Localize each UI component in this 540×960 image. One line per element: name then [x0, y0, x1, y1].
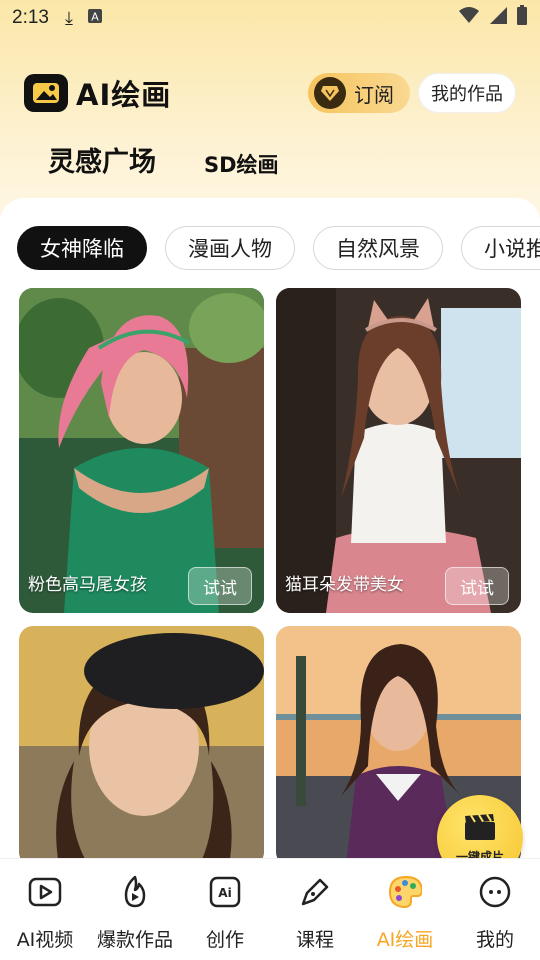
nav-label: 我的 — [475, 929, 514, 951]
palette-icon — [388, 875, 422, 909]
try-button[interactable]: 试试 — [188, 567, 252, 605]
app-logo-icon — [24, 74, 68, 112]
gallery-card[interactable] — [19, 626, 264, 858]
tab-sd-drawing[interactable]: SD绘画 — [204, 149, 279, 179]
play-icon — [28, 875, 62, 909]
status-time: 2:13 — [12, 7, 49, 28]
gallery-card[interactable]: 粉色高马尾女孩 试试 — [19, 288, 264, 613]
clapperboard-icon — [463, 812, 497, 846]
svg-text:Ai: Ai — [218, 886, 231, 900]
wifi-icon — [458, 5, 480, 31]
ai-icon: Ai — [208, 875, 242, 909]
nav-label: AI绘画 — [376, 929, 434, 951]
try-button[interactable]: 试试 — [445, 567, 509, 605]
nav-mine[interactable]: 我的 — [450, 859, 540, 960]
card-title: 粉色高马尾女孩 — [28, 575, 147, 595]
nav-label: 课程 — [295, 929, 334, 951]
gallery-card[interactable]: 猫耳朵发带美女 试试 — [276, 288, 521, 613]
svg-text:A: A — [91, 10, 99, 23]
nav-create[interactable]: Ai 创作 — [180, 859, 270, 960]
tab-inspiration-label: 灵感广场 — [48, 147, 156, 178]
nav-hot-works[interactable]: 爆款作品 — [90, 859, 180, 960]
fire-play-icon — [118, 875, 152, 909]
diamond-icon — [314, 77, 346, 109]
pen-icon — [298, 875, 332, 909]
notification-a-icon: A — [87, 8, 103, 29]
content-panel: 女神降临 漫画人物 自然风景 小说推 粉色高马尾女孩 试试 猫耳朵发带美女 试试… — [0, 198, 540, 858]
card-title: 猫耳朵发带美女 — [285, 575, 404, 595]
mode-tabs: 灵感广场 SD绘画 — [33, 140, 279, 190]
chip-novel[interactable]: 小说推 — [461, 226, 540, 270]
app-title: AI绘画 — [76, 78, 172, 112]
nav-ai-video[interactable]: AI视频 — [0, 859, 90, 960]
nav-label: 爆款作品 — [96, 929, 173, 951]
signal-icon — [488, 5, 508, 31]
card-image — [276, 288, 521, 613]
status-bar: 2:13 ⤓ A — [0, 0, 540, 36]
tab-inspiration[interactable]: 灵感广场 — [33, 140, 175, 190]
card-image — [19, 626, 264, 858]
nav-label: 创作 — [205, 929, 244, 951]
fab-label: 一键成片 — [455, 849, 504, 859]
subscribe-button[interactable]: 订阅 — [308, 73, 410, 113]
subscribe-label: 订阅 — [354, 82, 394, 107]
battery-icon — [516, 4, 528, 32]
face-icon — [478, 875, 512, 909]
chip-nature-scenery[interactable]: 自然风景 — [313, 226, 443, 270]
chip-comic-character[interactable]: 漫画人物 — [165, 226, 295, 270]
nav-ai-drawing[interactable]: AI绘画 — [360, 859, 450, 960]
app-header: AI绘画 订阅 我的作品 — [24, 72, 516, 114]
bottom-nav: AI视频 爆款作品 Ai 创作 课程 AI绘画 我的 — [0, 858, 540, 960]
nav-courses[interactable]: 课程 — [270, 859, 360, 960]
my-works-button[interactable]: 我的作品 — [418, 73, 516, 113]
card-image — [19, 288, 264, 613]
category-chips: 女神降临 漫画人物 自然风景 小说推 — [17, 226, 540, 270]
nav-label: AI视频 — [16, 929, 74, 951]
download-icon: ⤓ — [64, 7, 73, 28]
chip-goddess[interactable]: 女神降临 — [17, 226, 147, 270]
